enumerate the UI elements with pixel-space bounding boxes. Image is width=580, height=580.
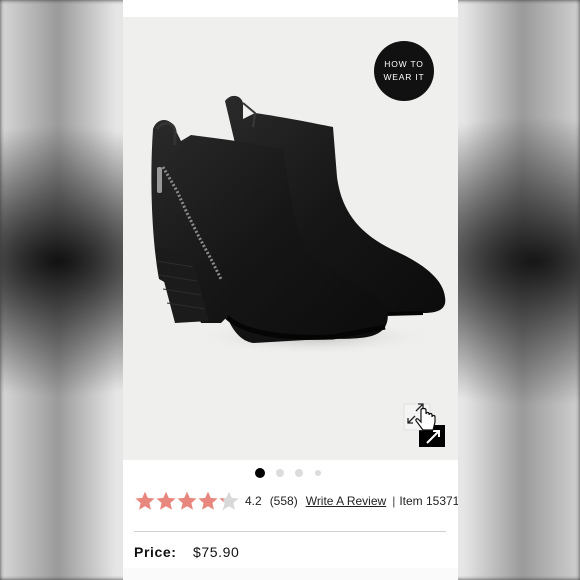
star-icon — [177, 491, 197, 510]
star-rating — [134, 490, 239, 512]
how-to-wear-line2: WEAR IT — [383, 72, 425, 82]
price-label: Price: — [134, 544, 177, 560]
rating-value: 4.2 — [245, 494, 262, 508]
gallery-dot-2[interactable] — [276, 469, 284, 477]
rating-row: 4.2 (558) Write A Review | Item 1537108 — [134, 487, 458, 515]
gallery-dot-3[interactable] — [295, 469, 303, 477]
bottom-edge — [123, 568, 458, 580]
star-icon — [156, 491, 176, 510]
gallery-dot-4[interactable] — [315, 470, 321, 476]
how-to-wear-line1: HOW TO — [384, 59, 424, 69]
hand-pointer-expand-icon — [403, 403, 445, 447]
star-icon — [135, 491, 155, 510]
how-to-wear-it-button[interactable]: HOW TO WEAR IT — [374, 41, 434, 101]
write-review-link[interactable]: Write A Review — [306, 494, 386, 508]
star-icon-partial — [219, 491, 239, 510]
divider — [134, 531, 446, 532]
item-number: Item 1537108 — [399, 494, 458, 508]
gallery-dot-1[interactable] — [255, 468, 265, 478]
zoom-button[interactable] — [403, 402, 447, 448]
product-image[interactable]: HOW TO WEAR IT — [123, 17, 458, 460]
price-row: Price: $75.90 — [134, 544, 239, 560]
product-page: HOW TO WEAR IT 4.2 (558) Write A Review … — [123, 0, 458, 580]
price-value: $75.90 — [193, 544, 240, 560]
gallery-pagination — [123, 467, 458, 479]
separator: | — [392, 494, 396, 508]
star-icon — [198, 491, 218, 510]
review-count: (558) — [269, 494, 298, 508]
